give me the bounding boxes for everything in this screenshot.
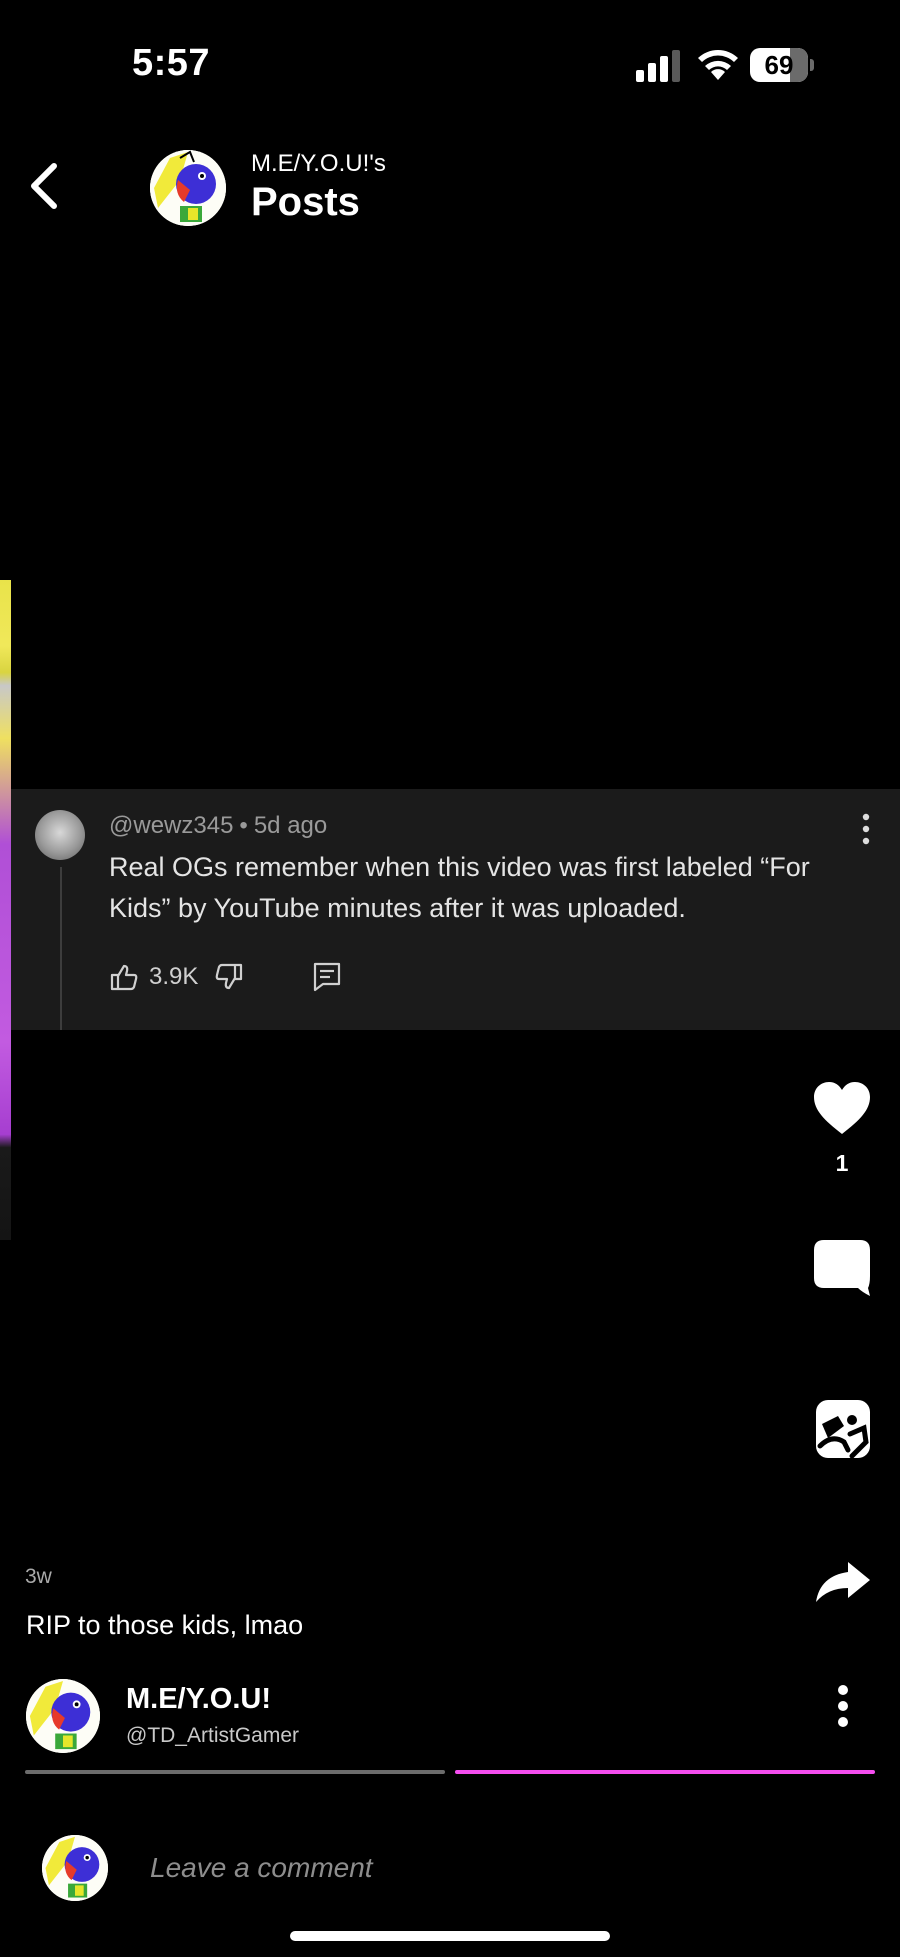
cellular-signal-icon <box>636 50 680 82</box>
meta-separator: • <box>239 812 248 839</box>
post-caption: RIP to those kids, lmao <box>26 1610 304 1640</box>
comment-meta: @wewz345 • 5d ago <box>109 812 327 840</box>
author-avatar[interactable] <box>26 1679 100 1753</box>
heart-icon[interactable] <box>812 1080 872 1136</box>
post-age: 3w <box>25 1565 52 1588</box>
share-arrow-icon[interactable] <box>812 1560 872 1604</box>
battery-percent: 69 <box>764 50 794 80</box>
commenter-username: @wewz345 <box>109 812 234 839</box>
comment-like-count: 3.9K <box>149 963 199 990</box>
home-indicator[interactable] <box>290 1931 610 1941</box>
more-vertical-icon[interactable] <box>830 1683 856 1729</box>
comment-text: Real OGs remember when this video was fi… <box>109 852 810 923</box>
thread-line <box>60 867 62 1030</box>
thumbs-down-icon <box>216 963 243 990</box>
chevron-left-icon[interactable] <box>22 158 66 214</box>
my-avatar <box>42 1835 108 1901</box>
author-name[interactable]: M.E/Y.O.U! <box>126 1683 271 1716</box>
like-count: 1 <box>835 1150 849 1176</box>
comment-actions: 3.9K <box>109 959 342 995</box>
author-handle[interactable]: @TD_ArtistGamer <box>126 1724 299 1748</box>
comment-age: 5d ago <box>253 812 328 839</box>
header-owner-label: M.E/Y.O.U!'s <box>251 150 386 177</box>
status-time: 5:57 <box>132 42 211 84</box>
previous-post-preview[interactable] <box>0 580 11 1240</box>
thumbs-up-icon <box>110 964 138 991</box>
speech-bubble-icon[interactable] <box>812 1238 872 1298</box>
status-bar: 5:57 69 <box>0 0 900 130</box>
reply-icon <box>314 962 341 992</box>
battery-indicator: 69 <box>750 48 814 82</box>
header-avatar[interactable] <box>150 150 226 226</box>
page-title: Posts <box>251 180 360 224</box>
post-image-comment-screenshot: @wewz345 • 5d ago Real OGs remember when t… <box>11 789 900 1030</box>
remix-icon[interactable] <box>814 1398 872 1460</box>
slide-progress-1 <box>25 1770 445 1774</box>
slide-progress-2 <box>455 1770 875 1774</box>
more-vertical-icon <box>862 813 870 845</box>
commenter-avatar <box>35 810 85 860</box>
wifi-icon <box>698 50 738 80</box>
comment-input[interactable] <box>150 1848 790 1888</box>
